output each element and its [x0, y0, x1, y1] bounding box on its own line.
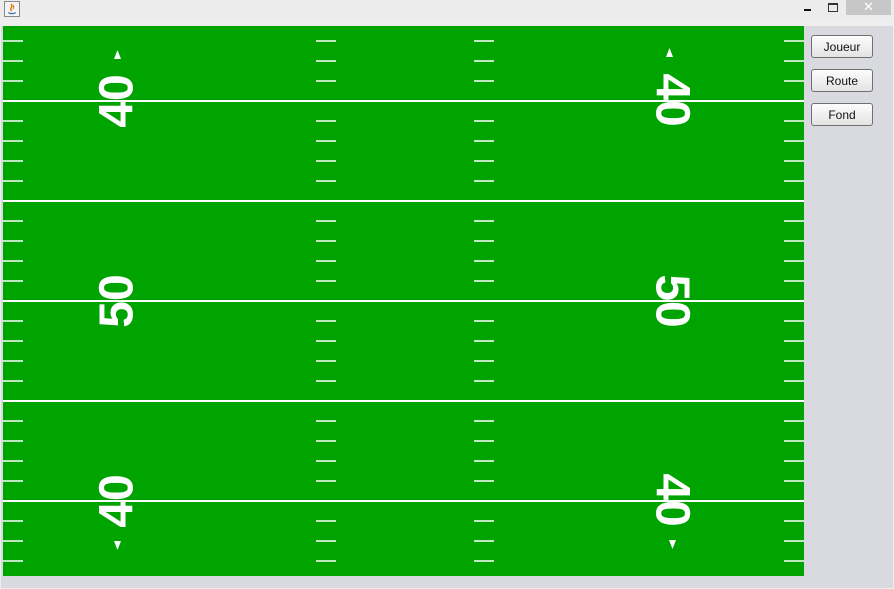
minimize-icon: [803, 9, 811, 11]
field-number-left-top: 40: [91, 74, 144, 127]
maximize-button[interactable]: [823, 0, 843, 15]
maximize-icon: [828, 3, 838, 12]
fond-button[interactable]: Fond: [811, 103, 873, 126]
field-number-left-bot: 40: [91, 474, 144, 527]
football-field: 40 50 40 40 50 40: [3, 26, 804, 576]
close-icon: ✕: [863, 0, 874, 15]
route-button[interactable]: Route: [811, 69, 873, 92]
title-bar[interactable]: ✕: [0, 0, 894, 18]
minimize-button[interactable]: [798, 0, 816, 15]
java-app-icon: [4, 1, 20, 17]
application-window: ✕ 40 50 40 40 50 40 Joueur Route Fond: [0, 0, 894, 589]
football-field-canvas[interactable]: 40 50 40 40 50 40: [3, 26, 804, 576]
field-number-right-bot: 40: [646, 473, 699, 526]
field-number-left-mid: 50: [91, 274, 144, 327]
field-number-right-top: 40: [646, 73, 699, 126]
close-button[interactable]: ✕: [846, 0, 891, 15]
content-pane: 40 50 40 40 50 40 Joueur Route Fond: [1, 26, 893, 588]
joueur-button[interactable]: Joueur: [811, 35, 873, 58]
field-number-right-mid: 50: [646, 274, 699, 327]
